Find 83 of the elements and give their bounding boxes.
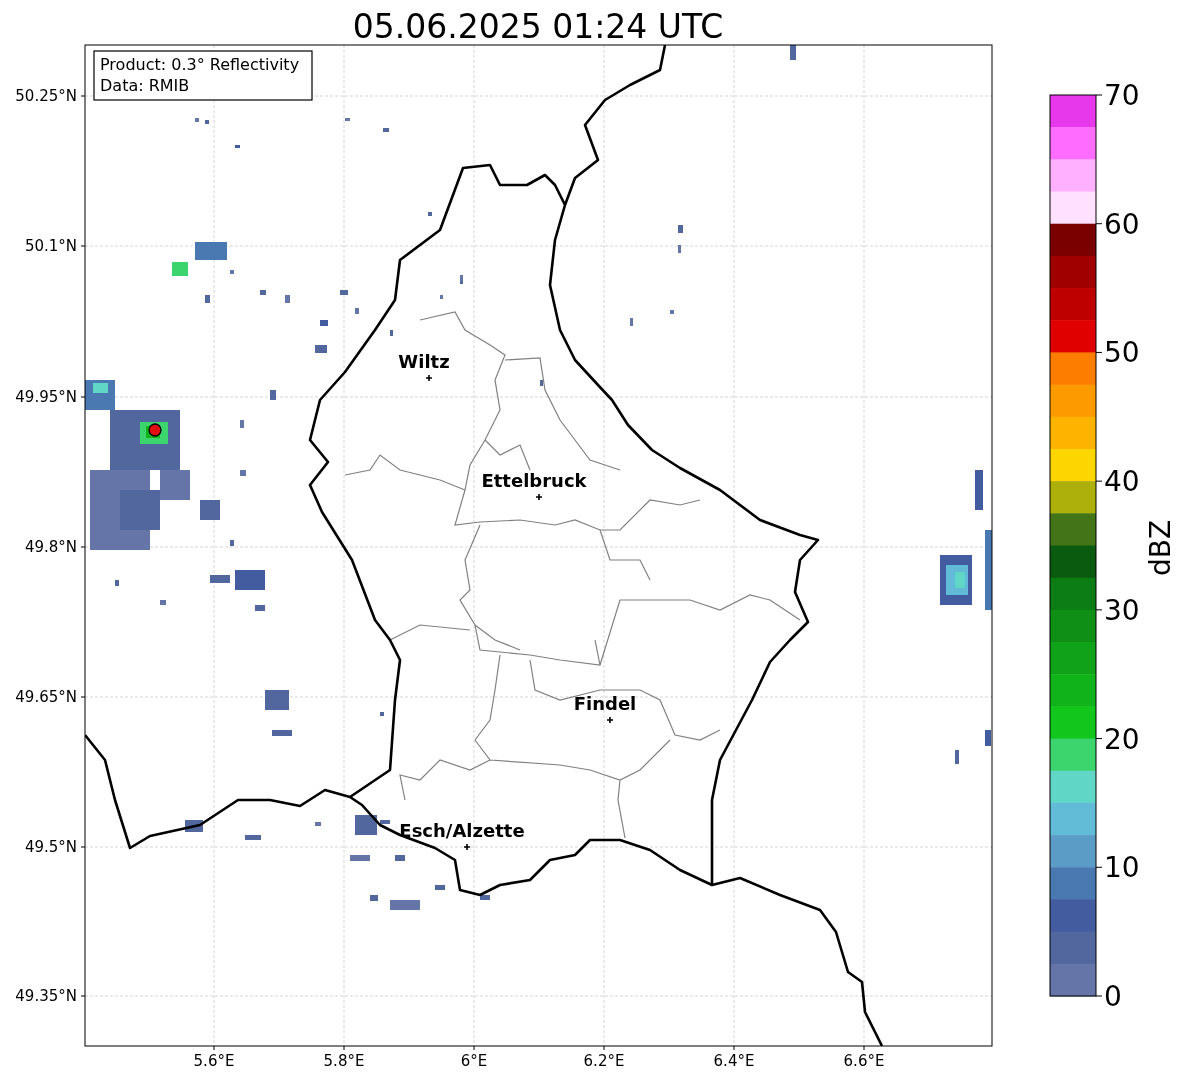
radar-echo — [630, 318, 633, 326]
radar-echo — [210, 575, 230, 583]
radar-echo — [255, 605, 265, 611]
radar-echo — [205, 120, 209, 124]
radar-echo — [355, 308, 359, 314]
radar-echo — [340, 290, 348, 295]
radar-echo — [435, 885, 445, 890]
info-text: Product: 0.3° Reflectivity — [100, 55, 300, 74]
radar-echo — [670, 310, 674, 314]
radar-echo — [160, 600, 166, 605]
radar-echo — [240, 470, 246, 476]
radar-echo — [350, 855, 370, 861]
city-marker-icon — [463, 843, 471, 851]
axis-tick-label: 50.1°N — [24, 237, 77, 255]
colorbar-tick-label: 30 — [1104, 593, 1140, 627]
city-label: Findel — [573, 693, 637, 714]
radar-echo — [345, 118, 350, 121]
axis-tick-label: 5.6°E — [193, 1052, 235, 1070]
info-text: Data: RMIB — [100, 76, 190, 95]
colorbar-tick-label: 40 — [1104, 465, 1140, 499]
radar-echo — [985, 730, 991, 746]
axis-tick-label: 5.8°E — [323, 1052, 365, 1070]
colorbar-tick-label: 0 — [1104, 980, 1122, 1013]
radar-echo — [955, 750, 959, 764]
axis-tick-label: 49.5°N — [24, 838, 77, 856]
radar-echo — [235, 570, 265, 590]
radar-echo — [315, 345, 327, 353]
colorbar-tick-label: 20 — [1104, 722, 1140, 756]
radar-echo — [540, 380, 543, 386]
axis-tick-label: 49.95°N — [15, 388, 77, 406]
city-label: Wiltz — [398, 351, 450, 372]
axis-tick-label: 49.35°N — [15, 987, 77, 1005]
colorbar-label: dBZ — [1144, 519, 1177, 577]
radar-echo — [205, 295, 210, 303]
radar-echo — [245, 835, 261, 840]
colorbar-tick-label: 50 — [1104, 336, 1140, 370]
radar-echo — [285, 295, 290, 303]
radar-echo — [380, 712, 384, 716]
radar-echo — [790, 45, 796, 60]
city-marker-icon — [535, 493, 543, 501]
radar-echo — [265, 690, 289, 710]
colorbar-tick-label: 60 — [1104, 207, 1140, 241]
radar-echo — [195, 242, 227, 260]
radar-echo — [230, 540, 234, 546]
chart-title: 05.06.2025 01:24 UTC — [352, 7, 724, 46]
city-marker-icon — [606, 716, 614, 724]
radar-echo — [240, 420, 244, 428]
axis-tick-label: 6°E — [460, 1052, 488, 1070]
city-marker-icon — [425, 374, 433, 382]
radar-echo — [355, 815, 377, 835]
radar-echo — [195, 118, 199, 122]
axis-tick-label: 6.6°E — [843, 1052, 885, 1070]
radar-echo — [383, 128, 389, 132]
radar-echo — [480, 895, 490, 900]
radar-echo — [390, 330, 393, 336]
radar-echo — [390, 900, 420, 910]
radar-echo — [270, 390, 276, 400]
radar-echo — [380, 820, 390, 824]
radar-echo — [678, 245, 681, 253]
radar-echo — [320, 320, 328, 326]
radar-echo — [272, 730, 292, 736]
radar-echo — [370, 895, 378, 901]
city-label: Esch/Alzette — [399, 820, 525, 841]
radar-echo — [115, 580, 119, 586]
axis-tick-label: 6.4°E — [713, 1052, 755, 1070]
axis-tick-label: 6.2°E — [583, 1052, 625, 1070]
radar-echo — [440, 295, 443, 299]
colorbar-tick-label: 10 — [1104, 851, 1140, 885]
colorbar-tick-label: 70 — [1104, 79, 1140, 112]
radar-echo — [975, 470, 983, 510]
radar-echo — [395, 855, 405, 861]
radar-echo — [428, 212, 432, 216]
radar-echo — [172, 262, 188, 276]
radar-echo — [200, 500, 220, 520]
radar-echo — [230, 270, 234, 274]
radar-echo — [678, 225, 683, 233]
radar-echo — [235, 145, 240, 148]
city-label: Ettelbruck — [481, 470, 587, 491]
radar-echo — [315, 822, 321, 826]
radar-echo — [260, 290, 266, 295]
axis-tick-label: 49.8°N — [24, 538, 77, 556]
axis-tick-label: 50.25°N — [15, 87, 77, 105]
axis-tick-label: 49.65°N — [15, 688, 77, 706]
